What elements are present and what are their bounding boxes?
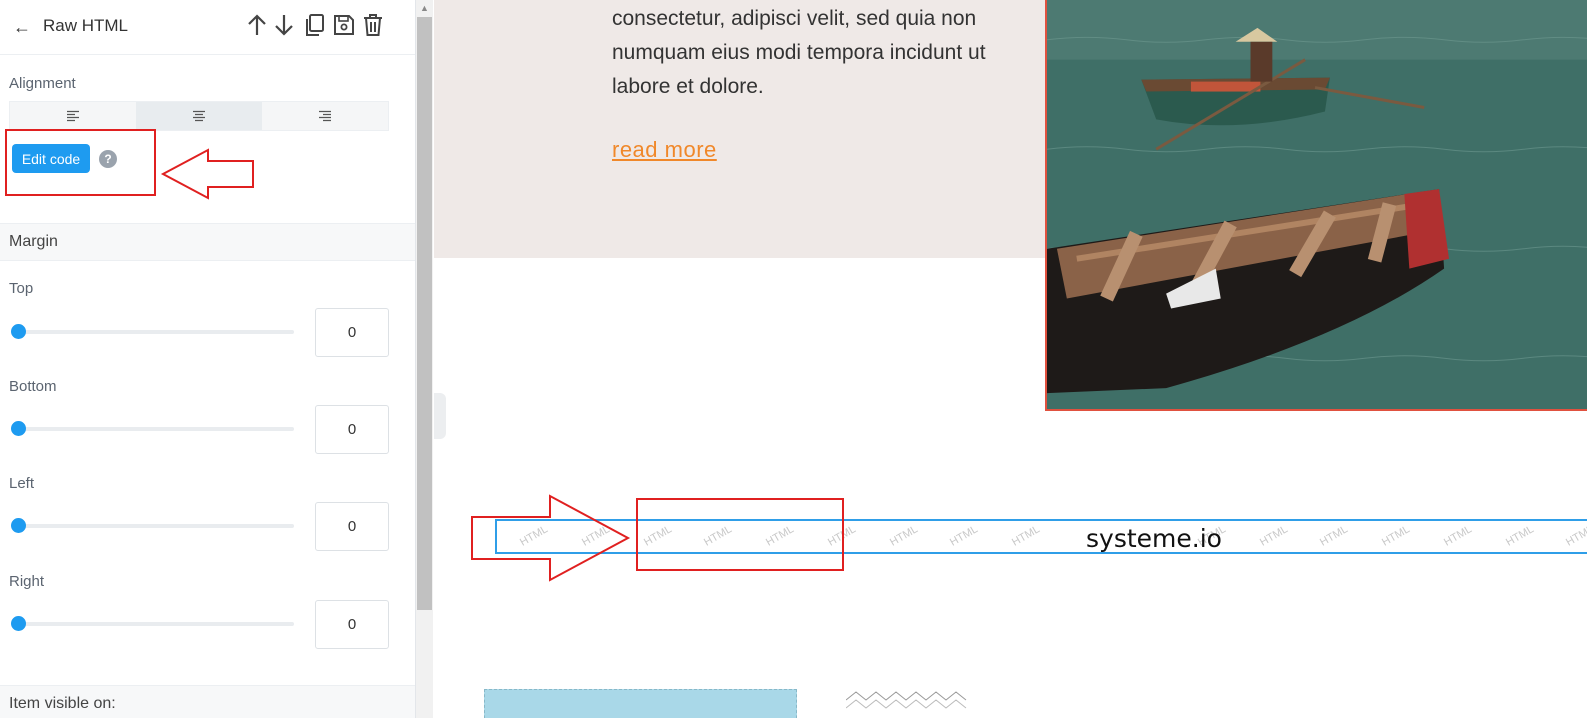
align-center-icon	[193, 110, 205, 122]
panel-scrollbar[interactable]: ▲	[416, 0, 433, 718]
arrow-up-icon[interactable]	[245, 12, 269, 38]
page-canvas: consectetur, adipisci velit, sed quia no…	[434, 0, 1587, 718]
alignment-label: Alignment	[9, 75, 76, 92]
html-watermark: HTML	[1380, 523, 1412, 549]
margin-bottom-label: Bottom	[9, 378, 57, 395]
html-watermark: HTML	[1258, 523, 1290, 549]
align-left-button[interactable]	[10, 102, 136, 130]
scrollbar-thumb[interactable]	[417, 17, 432, 610]
html-watermark: HTML	[518, 523, 550, 549]
align-right-button[interactable]	[262, 102, 388, 130]
boats-image	[1047, 0, 1587, 409]
html-watermark: HTML	[642, 523, 674, 549]
margin-top-label: Top	[9, 280, 34, 297]
raw-html-label: systeme.io	[1086, 524, 1222, 553]
margin-left-slider[interactable]	[17, 524, 294, 528]
margin-right-slider[interactable]	[17, 622, 294, 626]
html-watermark: HTML	[580, 523, 612, 549]
margin-bottom-input[interactable]	[315, 405, 389, 454]
margin-right-slider-handle[interactable]	[11, 616, 26, 631]
margin-top-slider-handle[interactable]	[11, 324, 26, 339]
html-watermark: HTML	[888, 523, 920, 549]
arrow-down-icon[interactable]	[272, 12, 296, 38]
html-watermark: HTML	[764, 523, 796, 549]
margin-bottom-slider-handle[interactable]	[11, 421, 26, 436]
margin-right-label: Right	[9, 573, 45, 590]
blue-content-block[interactable]	[484, 689, 797, 718]
alignment-selector	[9, 101, 389, 131]
margin-top-slider[interactable]	[17, 330, 294, 334]
help-icon[interactable]: ?	[99, 150, 117, 168]
align-center-button[interactable]	[136, 102, 262, 130]
visible-on-label: Item visible on:	[9, 695, 116, 712]
margin-top-input[interactable]	[315, 308, 389, 357]
html-watermark: HTML	[1442, 523, 1474, 549]
save-icon[interactable]	[332, 12, 356, 38]
html-watermark: HTML	[1564, 523, 1587, 549]
html-watermark: HTML	[1010, 523, 1042, 549]
html-watermark: HTML	[702, 523, 734, 549]
zigzag-divider	[846, 691, 967, 709]
margin-label: Margin	[9, 233, 58, 250]
align-right-icon	[319, 110, 331, 122]
align-left-icon	[67, 110, 79, 122]
margin-left-label: Left	[9, 475, 35, 492]
read-more-link[interactable]: read more	[612, 137, 717, 163]
raw-html-element[interactable]: HTML HTML HTML HTML HTML HTML HTML HTML …	[495, 519, 1587, 554]
boats-photo[interactable]	[1045, 0, 1587, 411]
margin-bottom-slider[interactable]	[17, 427, 294, 431]
copy-icon[interactable]	[302, 12, 326, 38]
html-watermark: HTML	[948, 523, 980, 549]
html-watermark: HTML	[1504, 523, 1536, 549]
panel-header: ← Raw HTML	[0, 0, 415, 55]
edit-code-button[interactable]: Edit code	[12, 144, 90, 173]
back-arrow-icon[interactable]: ←	[13, 17, 31, 37]
html-watermark: HTML	[826, 523, 858, 549]
visibility-section-header[interactable]: Item visible on:	[0, 685, 415, 718]
settings-panel: ← Raw HTML Alignment Edit code ? Margin …	[0, 0, 416, 718]
margin-section-header[interactable]: Margin	[0, 223, 415, 261]
trash-icon[interactable]	[361, 12, 385, 38]
margin-left-slider-handle[interactable]	[11, 518, 26, 533]
scroll-up-icon[interactable]: ▲	[416, 0, 433, 17]
canvas-collapse-tab[interactable]	[434, 393, 446, 439]
margin-left-input[interactable]	[315, 502, 389, 551]
hero-paragraph: consectetur, adipisci velit, sed quia no…	[612, 7, 986, 98]
html-watermark: HTML	[1318, 523, 1350, 549]
panel-title: Raw HTML	[43, 16, 129, 35]
margin-right-input[interactable]	[315, 600, 389, 649]
